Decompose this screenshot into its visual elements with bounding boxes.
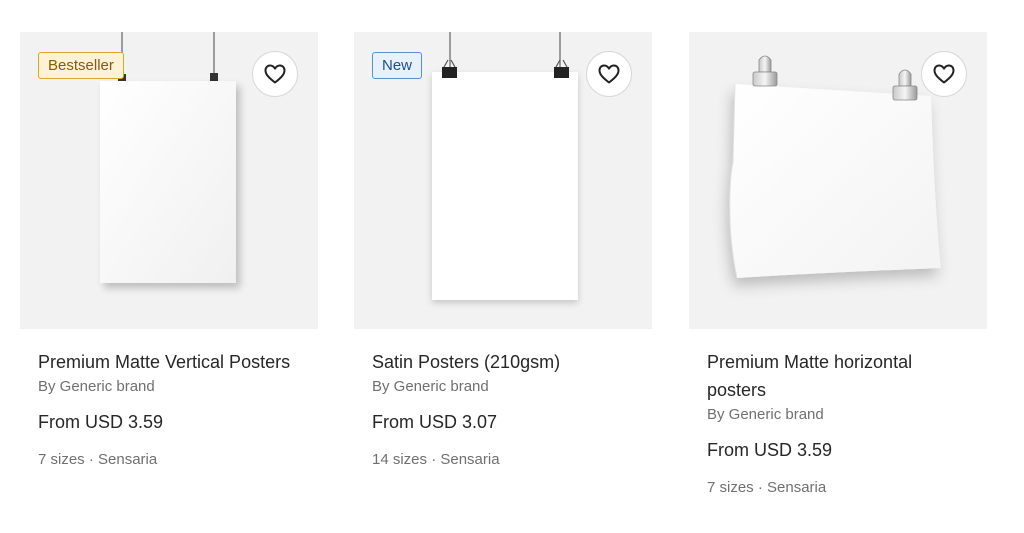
- right-clip: [892, 69, 918, 101]
- product-card[interactable]: Premium Matte horizontal posters By Gene…: [689, 32, 987, 498]
- heart-outline-icon: [264, 64, 286, 84]
- favorite-button[interactable]: [921, 51, 967, 97]
- product-image[interactable]: [689, 32, 987, 329]
- left-clip: [752, 55, 778, 87]
- product-price: From USD 3.59: [38, 412, 164, 432]
- product-brand: By Generic brand: [707, 406, 824, 423]
- product-card[interactable]: Bestseller Premium Matte Vertical Poster…: [20, 32, 318, 470]
- product-brand: By Generic brand: [372, 378, 489, 395]
- product-image[interactable]: Bestseller: [20, 32, 318, 329]
- favorite-button[interactable]: [252, 51, 298, 97]
- product-price: From USD 3.59: [707, 440, 833, 460]
- new-badge: New: [372, 52, 423, 79]
- heart-outline-icon: [933, 64, 955, 84]
- product-price: From USD 3.07: [372, 412, 498, 432]
- product-brand: By Generic brand: [38, 378, 155, 395]
- product-meta: 7 sizes · Sensaria: [38, 451, 158, 468]
- favorite-button[interactable]: [586, 51, 632, 97]
- product-title[interactable]: Satin Posters (210gsm): [372, 348, 632, 376]
- heart-outline-icon: [598, 64, 620, 84]
- product-title[interactable]: Premium Matte Vertical Posters: [38, 348, 298, 376]
- bestseller-badge: Bestseller: [38, 52, 124, 79]
- product-card[interactable]: New Satin Posters (210gsm) By Generic br…: [354, 32, 652, 470]
- product-meta: 14 sizes · Sensaria: [372, 451, 500, 468]
- product-image[interactable]: New: [354, 32, 652, 329]
- product-title[interactable]: Premium Matte horizontal posters: [707, 348, 967, 404]
- product-meta: 7 sizes · Sensaria: [707, 479, 827, 496]
